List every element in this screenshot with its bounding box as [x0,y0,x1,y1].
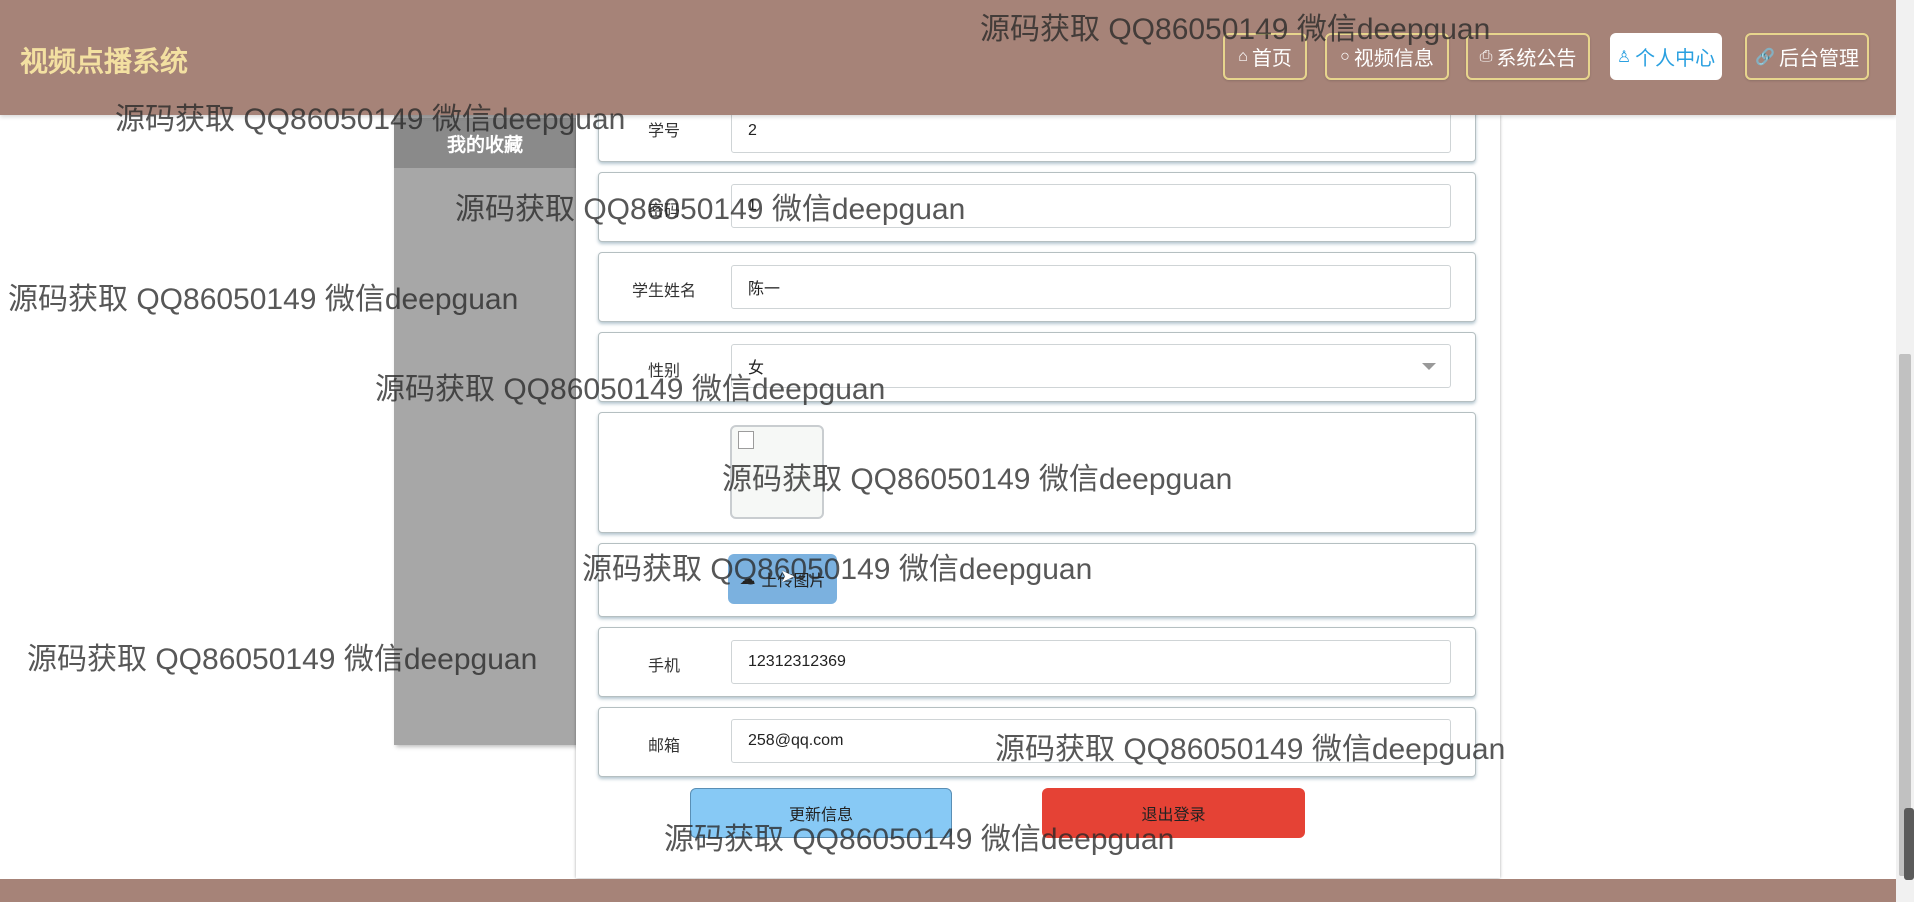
site-title[interactable]: 视频点播系统 [20,40,188,80]
printer-icon: ⎙ [1479,47,1493,65]
student-id-input[interactable]: 2 [731,109,1451,153]
broken-image-icon [738,431,754,449]
form-row-gender: 性别 女 [598,332,1476,402]
avatar-image [730,425,824,519]
gender-select[interactable]: 女 [731,344,1451,388]
name-label: 学生姓名 [631,283,696,300]
nav-admin-label: 后台管理 [1778,48,1859,70]
nav-videos[interactable]: ○ 视频信息 [1325,33,1449,80]
sidebar-tab-favorites[interactable]: 我的收藏 [394,118,576,168]
form-row-password: 密码 1 [598,172,1476,242]
student-id-label: 学号 [647,123,680,140]
form-row-email: 邮箱 258@qq.com [598,707,1476,777]
sidebar-panel [394,115,576,745]
scrollbar-thumb[interactable] [1899,354,1911,876]
nav-home[interactable]: ⌂ 首页 [1223,33,1307,80]
nav-announcements[interactable]: ⎙ 系统公告 [1466,33,1590,80]
update-info-button[interactable]: 更新信息 [690,788,952,838]
logout-button[interactable]: 退出登录 [1042,788,1305,838]
phone-label: 手机 [647,658,680,675]
link-icon: 🔗 [1755,48,1775,66]
circle-icon: ○ [1340,47,1350,65]
user-icon: ♙ [1616,48,1632,66]
email-label: 邮箱 [647,738,680,755]
nav-announcements-label: 系统公告 [1496,48,1577,70]
mouse-cursor-icon: ➤ [780,566,796,586]
name-input[interactable]: 陈一 [731,265,1451,309]
nav-admin[interactable]: 🔗 后台管理 [1745,33,1869,80]
footer-bar [0,879,1896,902]
scrollbar-indicator [1904,808,1914,880]
phone-input[interactable]: 12312312369 [731,640,1451,684]
form-row-phone: 手机 12312312369 [598,627,1476,697]
gender-selected-value: 女 [748,360,765,377]
nav-profile-label: 个人中心 [1635,48,1716,70]
nav-videos-label: 视频信息 [1353,48,1434,70]
form-row-name: 学生姓名 陈一 [598,252,1476,322]
top-navbar: 视频点播系统 ⌂ 首页 ○ 视频信息 ⎙ 系统公告 ♙ 个人中心 🔗 后台管理 [0,0,1896,115]
gender-label: 性别 [647,363,680,380]
password-label: 密码 [647,203,680,220]
password-input[interactable]: 1 [731,184,1451,228]
nav-profile[interactable]: ♙ 个人中心 [1610,33,1722,80]
cloud-upload-icon: ☁ [739,571,756,588]
email-input[interactable]: 258@qq.com [731,719,1451,763]
chevron-down-icon [1422,363,1436,370]
home-icon: ⌂ [1238,47,1248,65]
nav-home-label: 首页 [1251,48,1292,70]
